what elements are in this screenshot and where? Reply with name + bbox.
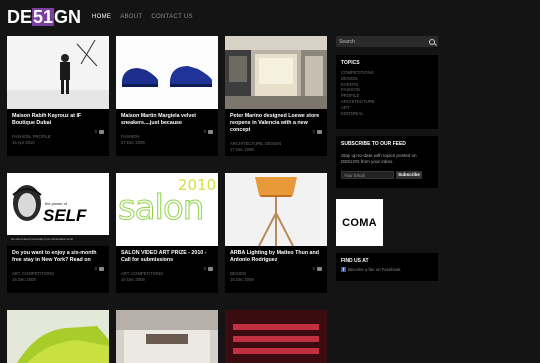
post-title[interactable]: Peter Marino designed Loewe store reopen… — [230, 113, 322, 134]
comment-count[interactable]: 0 — [313, 266, 322, 271]
post-card[interactable]: Peter Marino designed Loewe store reopen… — [225, 36, 327, 156]
find-us-panel: FIND US AT f Become a fan on Facebook — [336, 253, 438, 281]
comment-bubble-icon — [99, 129, 104, 134]
post-date: 16 Dec 2009 — [12, 277, 36, 282]
post-date: 17 Dec 2009 — [230, 147, 254, 152]
subscribe-heading: SUBSCRIBE TO OUR FEED — [341, 141, 406, 147]
comment-count[interactable]: 0 — [95, 129, 104, 134]
coma-ad-banner[interactable]: COMA — [336, 199, 383, 246]
comment-bubble-icon — [317, 129, 322, 134]
post-card[interactable]: Maison Rabih Kayrouz at IF Boutique Duba… — [7, 36, 109, 156]
post-thumbnail[interactable] — [7, 36, 109, 109]
topic-item[interactable]: COMPETITIONS — [341, 70, 375, 76]
topic-item[interactable]: ARCHITECTURE — [341, 99, 375, 105]
post-card[interactable]: 2010 salon SALON VIDEO ART PRIZE - 2010 … — [116, 173, 218, 293]
email-field[interactable]: Your Email — [341, 171, 394, 179]
post-title[interactable]: Maison Rabih Kayrouz at IF Boutique Duba… — [12, 113, 104, 127]
post-title[interactable]: ARBA Lighting by Matteo Thun and Antonio… — [230, 250, 322, 264]
post-thumbnail[interactable] — [225, 310, 327, 363]
salon-word: salon — [117, 188, 204, 229]
comment-count[interactable]: 0 — [313, 129, 322, 134]
main-nav: HOME ABOUT CONTACT US — [92, 14, 193, 20]
comment-count[interactable]: 0 — [204, 266, 213, 271]
post-thumbnail[interactable]: 2010 salon — [116, 173, 218, 246]
post-card[interactable]: ARBA Lighting by Matteo Thun and Antonio… — [225, 173, 327, 293]
search-icon[interactable] — [429, 38, 435, 45]
post-date: 16 Dec 2009 — [230, 277, 254, 282]
search-input[interactable]: Search — [339, 39, 355, 45]
comment-bubble-icon — [99, 266, 104, 271]
post-card[interactable]: the power of SELF the self-centered pers… — [7, 173, 109, 293]
post-title[interactable]: Maison Martin Margiela velvet sneakers..… — [121, 113, 213, 127]
find-us-heading: FIND US AT — [341, 258, 369, 264]
topics-panel: TOPICS COMPETITIONS DESIGN EVENTS FASHIO… — [336, 55, 438, 129]
comment-bubble-icon — [208, 129, 213, 134]
post-thumbnail[interactable] — [7, 310, 109, 363]
post-date: 15 Apr 2010 — [12, 140, 35, 145]
nav-contact[interactable]: CONTACT US — [151, 14, 192, 20]
subscribe-form: Your Email Subscribe — [341, 171, 422, 179]
topics-list: COMPETITIONS DESIGN EVENTS FASHION PROFI… — [341, 70, 375, 116]
search-bar[interactable]: Search — [336, 36, 438, 47]
comment-bubble-icon — [317, 266, 322, 271]
post-card[interactable] — [225, 310, 327, 363]
nav-home[interactable]: HOME — [92, 14, 111, 20]
post-card[interactable] — [116, 310, 218, 363]
self-word: SELF — [41, 206, 89, 225]
post-thumbnail[interactable] — [225, 173, 327, 246]
self-caption: the self-centered personality in an indi… — [11, 238, 73, 241]
topics-heading: TOPICS — [341, 60, 360, 66]
facebook-link-text[interactable]: Become a fan on Facebook — [348, 267, 401, 272]
post-card[interactable]: Maison Martin Margiela velvet sneakers..… — [116, 36, 218, 156]
subscribe-button[interactable]: Subscribe — [396, 171, 422, 179]
post-categories[interactable]: FASHION, PROFILE — [12, 134, 51, 140]
coma-ad-label: COMA — [342, 216, 377, 229]
post-date: 16 Dec 2009 — [121, 277, 145, 282]
post-thumbnail[interactable]: the power of SELF the self-centered pers… — [7, 173, 109, 246]
post-card[interactable] — [7, 310, 109, 363]
comment-count[interactable]: 0 — [95, 266, 104, 271]
post-title[interactable]: Do you want to enjoy a six-month free st… — [12, 250, 104, 264]
site-logo[interactable]: DE 51 GN — [7, 7, 81, 27]
post-thumbnail[interactable] — [116, 310, 218, 363]
post-title[interactable]: SALON VIDEO ART PRIZE - 2010 - Call for … — [121, 250, 213, 264]
post-categories[interactable]: FASHION — [121, 134, 139, 140]
nav-about[interactable]: ABOUT — [120, 14, 142, 20]
post-date: 27 Dec 2009 — [121, 140, 145, 145]
post-categories[interactable]: ART, COMPETITIONS — [121, 271, 163, 277]
facebook-icon: f — [341, 267, 346, 272]
post-categories[interactable]: ARCHITECTURE, DESIGN — [230, 141, 281, 147]
post-thumbnail[interactable] — [116, 36, 218, 109]
subscribe-text: Stay up-to-date with topics posted on DE… — [341, 153, 417, 164]
comment-bubble-icon — [208, 266, 213, 271]
post-categories[interactable]: ART, COMPETITIONS — [12, 271, 54, 277]
comment-count[interactable]: 0 — [204, 129, 213, 134]
subscribe-panel: SUBSCRIBE TO OUR FEED Stay up-to-date wi… — [336, 136, 438, 188]
post-categories[interactable]: DESIGN — [230, 271, 246, 277]
topic-item[interactable]: EDITORIAL — [341, 111, 375, 117]
facebook-link[interactable]: f Become a fan on Facebook — [341, 267, 401, 272]
post-thumbnail[interactable] — [225, 36, 327, 109]
